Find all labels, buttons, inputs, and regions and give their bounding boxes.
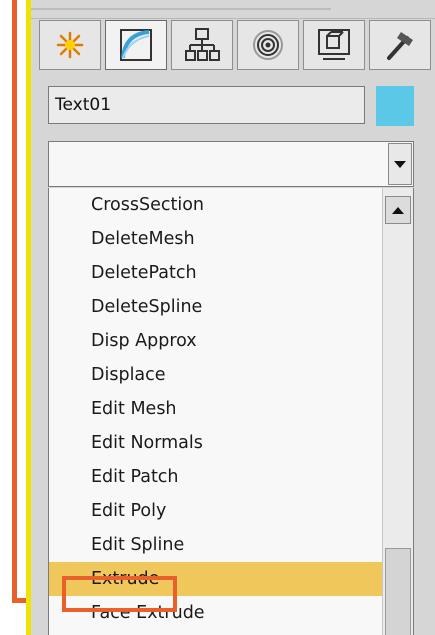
callout-line-vertical xyxy=(12,0,17,603)
arrow-up-icon xyxy=(392,206,404,214)
create-icon xyxy=(56,31,84,59)
list-item[interactable]: CrossSection xyxy=(49,188,386,222)
chevron-down-icon xyxy=(394,160,406,168)
scrollbar-thumb[interactable] xyxy=(385,548,411,635)
list-item[interactable]: Displace xyxy=(49,358,386,392)
modify-icon xyxy=(120,29,152,61)
screenshot-stage: Text01 CrossSection DeleteMesh DeletePatch… xyxy=(0,0,435,635)
hierarchy-icon xyxy=(185,28,220,61)
list-item[interactable]: DeletePatch xyxy=(49,256,386,290)
list-item[interactable]: Disp Approx xyxy=(49,324,386,358)
command-panel: Text01 CrossSection DeleteMesh DeletePatch… xyxy=(31,0,435,635)
list-item[interactable]: Edit Mesh xyxy=(49,392,386,426)
list-item[interactable]: Edit Patch xyxy=(49,460,386,494)
utilities-icon xyxy=(387,32,413,60)
tab-create[interactable] xyxy=(39,20,101,70)
list-scrollbar[interactable] xyxy=(382,188,413,635)
callout-highlight-box xyxy=(62,576,177,612)
list-item[interactable]: DeleteMesh xyxy=(49,222,386,256)
display-icon xyxy=(318,29,350,60)
object-color-swatch[interactable] xyxy=(376,86,414,126)
scroll-up-button[interactable] xyxy=(385,196,411,224)
command-panel-tabs xyxy=(39,20,431,72)
panel-top-strip xyxy=(31,0,435,19)
tab-hierarchy[interactable] xyxy=(171,20,233,70)
list-item[interactable]: Edit Spline xyxy=(49,528,386,562)
tab-display[interactable] xyxy=(303,20,365,70)
list-item[interactable]: DeleteSpline xyxy=(49,290,386,324)
modifier-list: CrossSection DeleteMesh DeletePatch DeleteS… xyxy=(48,188,414,635)
object-name-field[interactable]: Text01 xyxy=(48,86,365,124)
tab-motion[interactable] xyxy=(237,20,299,70)
motion-icon xyxy=(253,30,283,60)
tab-utilities[interactable] xyxy=(369,20,431,70)
list-item[interactable]: Edit Poly xyxy=(49,494,386,528)
modifier-list-dropdown[interactable] xyxy=(48,141,414,187)
tab-modify[interactable] xyxy=(105,20,167,70)
dropdown-button[interactable] xyxy=(388,143,412,185)
list-item[interactable]: Edit Normals xyxy=(49,426,386,460)
modifier-items: CrossSection DeleteMesh DeletePatch DeleteS… xyxy=(49,188,386,630)
